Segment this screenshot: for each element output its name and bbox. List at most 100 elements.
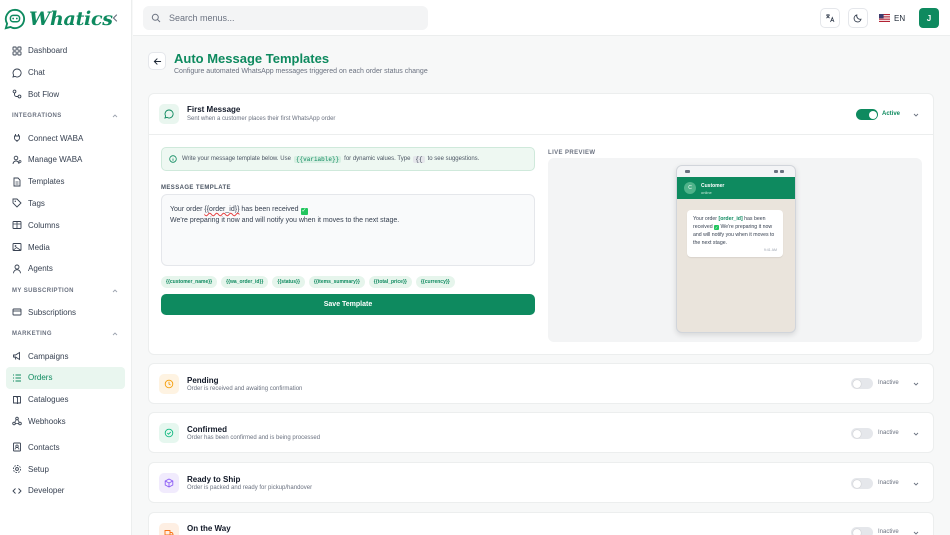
- user-avatar[interactable]: J: [919, 8, 939, 28]
- sidebar-item-contacts[interactable]: Contacts: [0, 436, 131, 458]
- sidebar-item-media[interactable]: Media: [0, 236, 131, 258]
- sidebar-item-developer[interactable]: Developer: [0, 480, 131, 502]
- status-card-pending[interactable]: Pending Order is received and awaiting c…: [148, 363, 934, 404]
- chevron-up-icon: [112, 332, 118, 336]
- sidebar-item-label: Connect WABA: [28, 133, 84, 143]
- sidebar-item-label: Catalogues: [28, 395, 69, 405]
- variable-chip[interactable]: {{wa_order_id}}: [221, 276, 269, 288]
- chat-bubble-icon: [164, 109, 174, 119]
- first-message-toggle-label: Active: [882, 111, 901, 117]
- chevron-down-icon[interactable]: [912, 111, 920, 119]
- status-title: Pending: [187, 376, 219, 385]
- status-desc: Order has been confirmed and is being pr…: [187, 435, 321, 441]
- collapse-sidebar-icon[interactable]: [109, 12, 121, 24]
- variable-chip[interactable]: {{currency}}: [415, 276, 455, 288]
- chevron-down-icon[interactable]: [912, 430, 920, 438]
- sidebar-item-manage-waba[interactable]: Manage WABA: [0, 149, 131, 171]
- first-message-card-header[interactable]: First Message Sent when a customer place…: [149, 94, 933, 134]
- sidebar-item-templates[interactable]: Templates: [0, 171, 131, 193]
- sidebar-item-label: Columns: [28, 220, 60, 230]
- variable-chip[interactable]: {{items_summary}}: [308, 276, 365, 288]
- ready-to-ship-status-icon: [159, 473, 179, 493]
- toggle-knob: [868, 110, 877, 119]
- hint-text: Write your message template below. Use: [182, 156, 291, 162]
- sidebar-item-label: Dashboard: [28, 46, 68, 56]
- sidebar-item-tags[interactable]: Tags: [0, 193, 131, 215]
- pending-toggle-label: Inactive: [878, 380, 899, 386]
- sidebar-section-subscription[interactable]: MY SUBSCRIPTION: [0, 280, 131, 302]
- phone-mockup: C Customer online Your order [order_id] …: [676, 165, 796, 333]
- status-title: Ready to Ship: [187, 475, 241, 484]
- confirmed-toggle[interactable]: [851, 428, 873, 439]
- chevron-down-icon[interactable]: [912, 529, 920, 535]
- back-button[interactable]: [148, 52, 166, 70]
- chevron-down-icon[interactable]: [912, 380, 920, 388]
- search-box[interactable]: [143, 6, 428, 30]
- sidebar-item-dashboard[interactable]: Dashboard: [0, 40, 131, 62]
- plug-icon: [14, 134, 20, 143]
- first-message-toggle[interactable]: [856, 109, 878, 120]
- chevron-down-icon[interactable]: [912, 480, 920, 488]
- hint-key-code: {{: [413, 155, 425, 163]
- language-selector[interactable]: EN: [879, 8, 905, 28]
- brand[interactable]: Whatics: [4, 6, 113, 32]
- bubble-variable: [order_id]: [718, 216, 743, 222]
- sidebar-item-bot-flow[interactable]: Bot Flow: [0, 84, 131, 106]
- status-dot: [780, 170, 784, 173]
- ready-to-ship-toggle[interactable]: [851, 478, 873, 489]
- pending-status-icon: [159, 374, 179, 394]
- brand-name: Whatics: [29, 8, 113, 30]
- page-subtitle: Configure automated WhatsApp messages tr…: [174, 68, 428, 75]
- contact-icon: [13, 442, 21, 452]
- save-template-button[interactable]: Save Template: [161, 294, 535, 315]
- code-icon: [12, 488, 22, 494]
- gear-icon: [12, 464, 22, 474]
- sidebar-item-webhooks[interactable]: Webhooks: [0, 411, 131, 433]
- sidebar-item-agents[interactable]: Agents: [0, 258, 131, 280]
- template-hint: Write your message template below. Use {…: [161, 147, 535, 171]
- section-label: MY SUBSCRIPTION: [12, 287, 74, 294]
- sidebar-section-integrations[interactable]: INTEGRATIONS: [0, 105, 131, 127]
- sidebar-item-label: Tags: [28, 198, 45, 208]
- sidebar-item-label: Developer: [28, 486, 65, 496]
- status-card-ready-to-ship[interactable]: Ready to Ship Order is packed and ready …: [148, 462, 934, 503]
- sidebar-item-orders[interactable]: Orders: [6, 366, 125, 389]
- chat-contact-name: Customer: [701, 183, 725, 189]
- sidebar-section-marketing[interactable]: MARKETING: [0, 323, 131, 345]
- sidebar: Whatics Dashboard Chat Bot Flow INTEGRAT…: [0, 0, 132, 535]
- editor-text: has been received: [239, 206, 301, 213]
- sidebar-item-connect-waba[interactable]: Connect WABA: [0, 127, 131, 149]
- hint-text: to see suggestions.: [427, 156, 480, 162]
- sidebar-item-setup[interactable]: Setup: [0, 458, 131, 480]
- sidebar-item-campaigns[interactable]: Campaigns: [0, 345, 131, 367]
- variable-chip[interactable]: {{customer_name}}: [161, 276, 218, 288]
- sidebar-item-subscriptions[interactable]: Subscriptions: [0, 302, 131, 324]
- theme-toggle-button[interactable]: [848, 8, 868, 28]
- clock-icon: [164, 379, 174, 389]
- sidebar-item-label: Agents: [28, 264, 53, 274]
- status-desc: Order is received and awaiting confirmat…: [187, 386, 303, 392]
- translate-icon: [826, 14, 835, 23]
- pending-toggle[interactable]: [851, 378, 873, 389]
- sidebar-item-catalogues[interactable]: Catalogues: [0, 389, 131, 411]
- tag-icon: [12, 199, 22, 209]
- users-gear-icon: [12, 155, 22, 164]
- live-preview-label: LIVE PREVIEW: [548, 150, 596, 156]
- search-input[interactable]: [169, 13, 409, 23]
- on-the-way-toggle[interactable]: [851, 527, 873, 535]
- translate-button[interactable]: [820, 8, 840, 28]
- toggle-knob: [852, 479, 861, 488]
- first-message-card: First Message Sent when a customer place…: [148, 93, 934, 355]
- status-card-confirmed[interactable]: Confirmed Order has been confirmed and i…: [148, 412, 934, 453]
- sidebar-item-columns[interactable]: Columns: [0, 214, 131, 236]
- message-template-editor[interactable]: Your order {{order_id}} has been receive…: [161, 194, 535, 266]
- chevron-up-icon: [112, 289, 118, 292]
- variable-chip[interactable]: {{total_price}}: [368, 276, 412, 288]
- sidebar-item-label: Manage WABA: [28, 155, 83, 165]
- user-icon: [13, 264, 21, 274]
- columns-icon: [12, 221, 22, 230]
- status-card-on-the-way[interactable]: On the Way Inactive: [148, 512, 934, 535]
- variable-chip[interactable]: {{status}}: [272, 276, 305, 288]
- sidebar-item-label: Webhooks: [28, 416, 66, 426]
- sidebar-item-chat[interactable]: Chat: [0, 62, 131, 84]
